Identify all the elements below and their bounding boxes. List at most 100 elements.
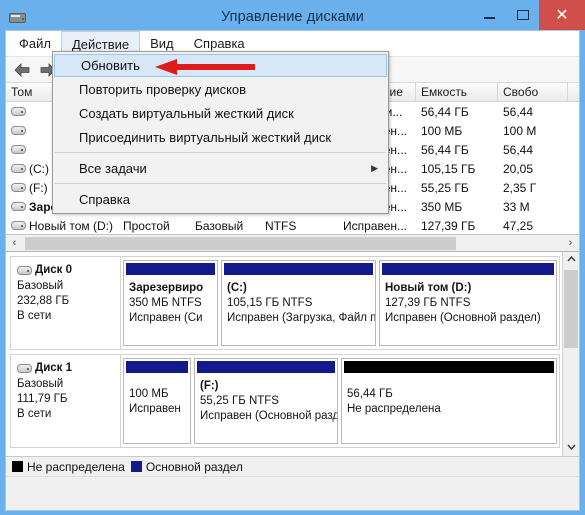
disk-size: 111,79 ГБ — [17, 392, 116, 407]
column-header-free[interactable]: Свобо — [498, 83, 568, 101]
status-bar — [6, 477, 579, 503]
menu-item-rescan-disks[interactable]: Повторить проверку дисков — [53, 77, 388, 101]
close-button[interactable]: ✕ — [539, 0, 585, 30]
volume-state: Исправен... — [338, 219, 416, 233]
disk-list: Диск 0 Базовый 232,88 ГБ В сети Зарезерв… — [6, 252, 562, 456]
drive-icon — [11, 164, 26, 173]
menu-separator — [55, 152, 386, 153]
menu-item-help-label: Справка — [79, 192, 130, 207]
volume-location: Простой — [118, 219, 190, 233]
scrollbar-track[interactable] — [563, 268, 580, 440]
minimize-button[interactable] — [473, 0, 506, 30]
annotation-red-arrow-icon — [155, 58, 255, 76]
partition-size: 127,39 ГБ NTFS — [385, 296, 551, 311]
back-arrow-icon[interactable] — [12, 61, 32, 79]
disk-type: Базовый — [17, 279, 116, 294]
disk-row[interactable]: Диск 1 Базовый 111,79 ГБ В сети 100 МБ И… — [10, 354, 560, 448]
disk-name: Диск 0 — [35, 263, 72, 278]
disk-management-window: Управление дисками ✕ Файл Действие Вид С… — [0, 0, 585, 515]
close-icon: ✕ — [555, 5, 568, 25]
legend-label-unallocated: Не распределена — [27, 460, 125, 474]
volume-type: Базовый — [190, 219, 260, 233]
partition-color-bar — [344, 361, 554, 373]
disk-status: В сети — [17, 309, 116, 324]
legend-swatch-unallocated-icon — [12, 461, 23, 472]
partition-color-bar — [126, 361, 188, 373]
partition-color-bar — [224, 263, 373, 275]
menu-item-all-tasks[interactable]: Все задачи ▶ — [53, 156, 388, 180]
partition-color-bar — [197, 361, 335, 373]
partition[interactable]: Зарезервиро 350 МБ NTFS Исправен (Си — [123, 260, 218, 346]
volume-capacity: 56,44 ГБ — [416, 143, 498, 157]
scrollbar-thumb[interactable] — [25, 237, 456, 250]
menu-item-help[interactable]: Справка — [53, 187, 388, 211]
menu-item-create-vhd-label: Создать виртуальный жесткий диск — [79, 106, 294, 121]
menu-item-create-vhd[interactable]: Создать виртуальный жесткий диск — [53, 101, 388, 125]
scroll-left-arrow-icon[interactable]: ‹ — [6, 236, 23, 251]
partition-unallocated[interactable]: 56,44 ГБ Не распределена — [341, 358, 557, 444]
drive-icon — [11, 126, 26, 135]
partition-state: Исправен (Основной раздел) — [385, 311, 551, 326]
vertical-scrollbar[interactable] — [562, 252, 579, 456]
column-header-capacity[interactable]: Емкость — [416, 83, 498, 101]
scroll-down-arrow-icon[interactable] — [563, 440, 580, 456]
disk-type: Базовый — [17, 377, 116, 392]
partition-name: Зарезервиро — [129, 281, 212, 296]
menu-item-all-tasks-label: Все задачи — [79, 161, 147, 176]
disk-size: 232,88 ГБ — [17, 294, 116, 309]
partition-name: Новый том (D:) — [385, 281, 551, 296]
drive-icon — [11, 221, 26, 230]
scrollbar-thumb[interactable] — [564, 270, 578, 348]
chevron-right-icon: ▶ — [371, 163, 378, 174]
partition[interactable]: 100 МБ Исправен — [123, 358, 191, 444]
partition-state: Не распределена — [347, 402, 551, 417]
volume-capacity: 56,44 ГБ — [416, 105, 498, 119]
partition[interactable]: (C:) 105,15 ГБ NTFS Исправен (Загрузка, … — [221, 260, 376, 346]
disk-info[interactable]: Диск 0 Базовый 232,88 ГБ В сети — [11, 257, 121, 349]
disk-title: Диск 1 — [17, 361, 116, 376]
volume-free: 56,44 — [498, 105, 568, 119]
partition-list: Зарезервиро 350 МБ NTFS Исправен (Си (C:… — [121, 257, 559, 349]
volume-name: Новый том (D:) — [29, 219, 113, 233]
volume-free: 100 М — [498, 124, 568, 138]
partition-size: 56,44 ГБ — [347, 387, 551, 402]
scroll-right-arrow-icon[interactable]: › — [562, 236, 579, 251]
partition-state: Исправен (Основной раздел — [200, 409, 332, 424]
menu-separator — [55, 183, 386, 184]
title-bar: Управление дисками ✕ — [0, 0, 585, 34]
volume-capacity: 55,25 ГБ — [416, 181, 498, 195]
partition-color-bar — [126, 263, 215, 275]
menu-help-label: Справка — [194, 36, 245, 51]
disk-icon — [17, 266, 32, 275]
disk-row[interactable]: Диск 0 Базовый 232,88 ГБ В сети Зарезерв… — [10, 256, 560, 350]
partition-list: 100 МБ Исправен (F:) 55,25 ГБ NTFS Испра… — [121, 355, 559, 447]
partition[interactable]: Новый том (D:) 127,39 ГБ NTFS Исправен (… — [379, 260, 557, 346]
disk-icon — [17, 364, 32, 373]
volume-free: 56,44 — [498, 143, 568, 157]
scrollbar-track[interactable] — [23, 236, 562, 251]
scroll-up-arrow-icon[interactable] — [563, 252, 580, 268]
partition-state: Исправен (Си — [129, 311, 212, 326]
horizontal-scrollbar[interactable]: ‹ › — [6, 235, 579, 252]
drive-icon — [11, 145, 26, 154]
menu-item-attach-vhd-label: Присоединить виртуальный жесткий диск — [79, 130, 331, 145]
volume-free: 20,05 — [498, 162, 568, 176]
drive-icon — [11, 107, 26, 116]
disk-status: В сети — [17, 407, 116, 422]
partition-size: 105,15 ГБ NTFS — [227, 296, 370, 311]
partition[interactable]: (F:) 55,25 ГБ NTFS Исправен (Основной ра… — [194, 358, 338, 444]
maximize-button[interactable] — [506, 0, 539, 30]
partition-state: Исправен (Загрузка, Файл пс — [227, 311, 370, 326]
partition-size: 55,25 ГБ NTFS — [200, 394, 332, 409]
table-row[interactable]: Новый том (D:) Простой Базовый NTFS Испр… — [6, 216, 579, 235]
volume-free: 33 М — [498, 200, 568, 214]
disk-info[interactable]: Диск 1 Базовый 111,79 ГБ В сети — [11, 355, 121, 447]
menu-item-attach-vhd[interactable]: Присоединить виртуальный жесткий диск — [53, 125, 388, 149]
drive-icon — [11, 183, 26, 192]
legend-entry-primary: Основной раздел — [131, 460, 243, 474]
drive-icon — [11, 202, 26, 211]
partition-size: 350 МБ NTFS — [129, 296, 212, 311]
partition-color-bar — [382, 263, 554, 275]
legend: Не распределена Основной раздел — [6, 457, 579, 477]
window-controls: ✕ — [473, 0, 585, 30]
